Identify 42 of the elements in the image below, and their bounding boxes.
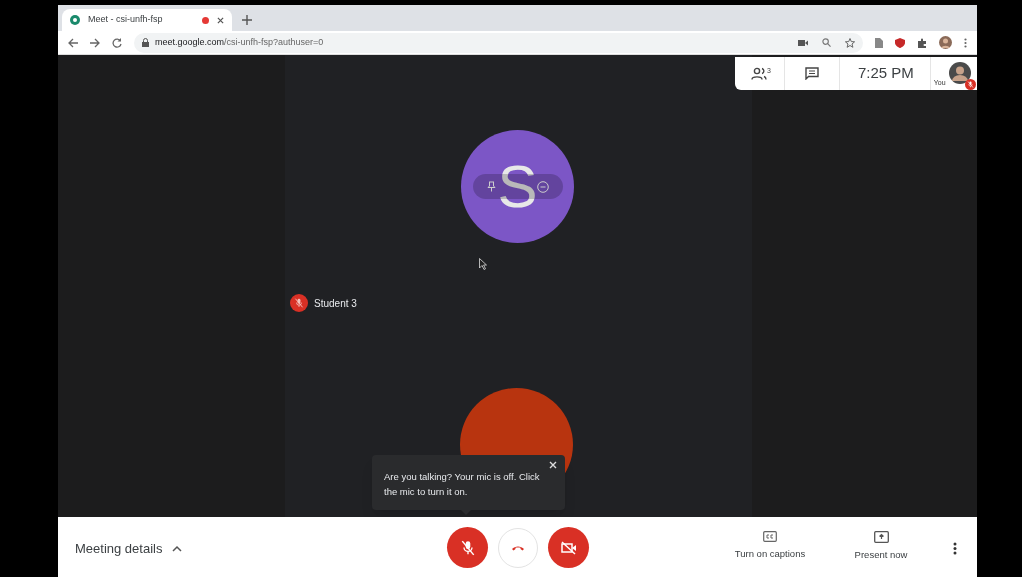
document-icon[interactable] xyxy=(875,37,883,48)
participant-name: Student 3 xyxy=(314,296,357,311)
browser-tab[interactable]: Meet - csi-unfh-fsp xyxy=(62,9,232,31)
lock-icon xyxy=(142,38,149,47)
people-icon[interactable] xyxy=(751,67,767,80)
pin-icon[interactable] xyxy=(487,181,496,192)
tab-title: Meet - csi-unfh-fsp xyxy=(88,13,164,27)
captions-icon xyxy=(763,531,777,542)
star-icon[interactable] xyxy=(845,37,855,48)
present-now-button[interactable]: Present now xyxy=(829,531,933,563)
url-text: meet.google.com/csi-unfh-fsp?authuser=0 xyxy=(155,35,325,49)
remove-icon[interactable] xyxy=(537,180,549,193)
reload-icon[interactable] xyxy=(112,37,122,48)
camera-button[interactable] xyxy=(548,527,589,568)
meeting-details-button[interactable]: Meeting details xyxy=(75,539,183,559)
captions-button[interactable]: Turn on captions xyxy=(718,531,822,562)
address-bar[interactable]: meet.google.com/csi-unfh-fsp?authuser=0 xyxy=(134,32,863,53)
profile-avatar-icon[interactable] xyxy=(939,36,952,49)
zoom-icon[interactable] xyxy=(822,38,831,47)
back-icon[interactable] xyxy=(68,37,78,48)
new-tab-icon[interactable] xyxy=(242,15,252,25)
self-avatar-icon[interactable] xyxy=(948,62,971,84)
clock-time: 7:25 PM xyxy=(857,63,914,84)
chevron-up-icon xyxy=(172,545,183,553)
more-icon[interactable] xyxy=(964,37,967,48)
puzzle-icon[interactable] xyxy=(917,37,927,48)
cursor-icon xyxy=(479,258,487,270)
camera-icon[interactable] xyxy=(798,38,808,47)
meet-logo-icon xyxy=(70,15,80,25)
forward-icon[interactable] xyxy=(90,37,100,48)
avatar-letter: S xyxy=(497,156,538,217)
mic-off-icon xyxy=(460,539,475,556)
camera-off-icon xyxy=(560,540,577,555)
phone-hang-up-icon xyxy=(511,544,525,551)
more-options-icon[interactable] xyxy=(953,542,957,555)
tooltip-text: Are you talking? Your mic is off. Click the mic to turn it on. xyxy=(384,470,541,499)
mic-off-icon xyxy=(294,298,304,308)
present-screen-icon xyxy=(873,531,889,543)
microphone-button[interactable] xyxy=(447,527,488,568)
close-icon[interactable] xyxy=(217,16,224,24)
shield-extension-icon[interactable] xyxy=(895,37,905,48)
chat-icon[interactable] xyxy=(804,67,819,80)
